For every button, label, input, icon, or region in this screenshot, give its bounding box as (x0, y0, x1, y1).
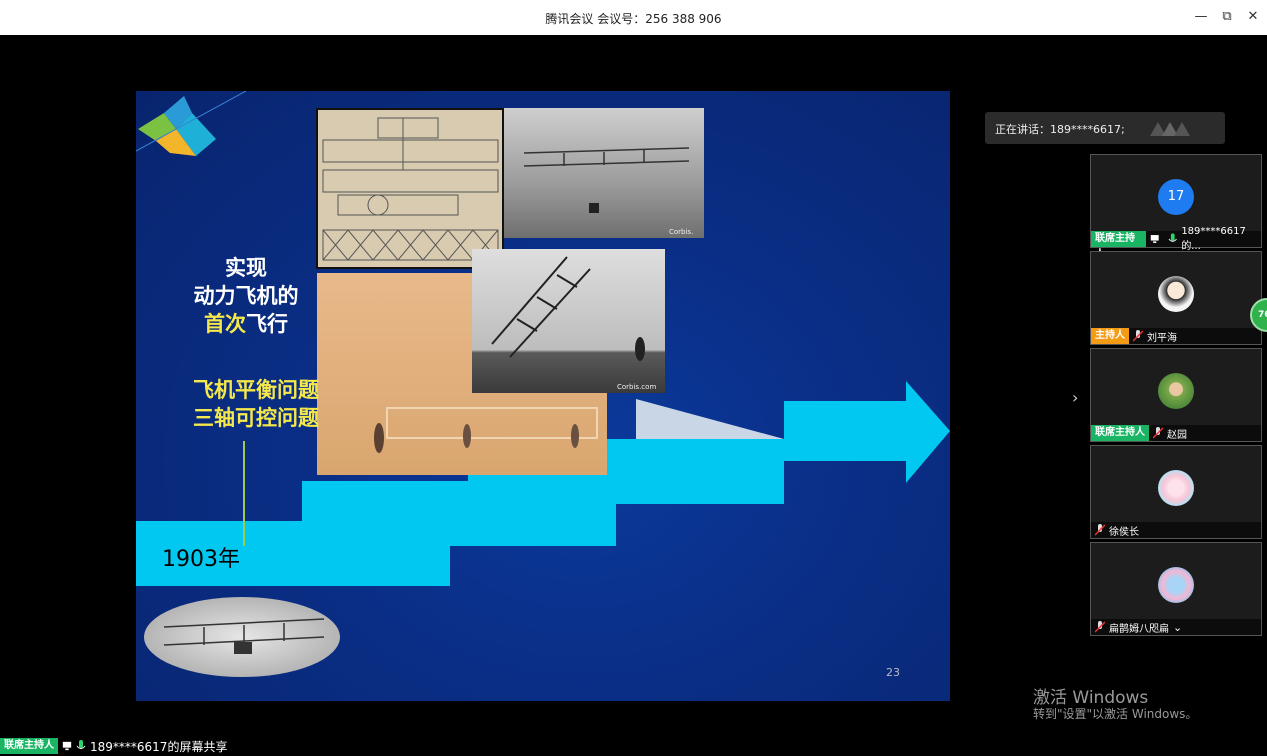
avatar: 17 (1158, 179, 1194, 215)
activate-windows-hint: 转到"设置"以激活 Windows。 (1033, 707, 1198, 721)
participant-tile[interactable]: 主持人 刘平海 (1090, 251, 1262, 345)
participant-bar: 联席主持人 赵园 (1091, 425, 1261, 441)
participant-tile[interactable]: 联席主持人 赵园 (1090, 348, 1262, 442)
participant-tile[interactable]: 扁鹊姆八咫扁 ⌄ (1090, 542, 1262, 636)
participant-bar: 扁鹊姆八咫扁 ⌄ (1091, 619, 1261, 635)
oval-plane-photo (144, 597, 340, 677)
screen-share-bar: 联席主持人 189****6617的屏幕共享 (0, 736, 227, 756)
screen-share-icon (62, 741, 72, 751)
speaking-label: 正在讲话：189****6617; (995, 123, 1125, 136)
slide-problems: 飞机平衡问题 三轴可控问题 (156, 376, 356, 432)
corbis-label-1: Corbis. (669, 228, 693, 236)
participant-tile[interactable]: 徐侯长 (1090, 445, 1262, 539)
headline-line-3: 首次飞行 (171, 310, 321, 338)
screen-share-icon (1151, 235, 1160, 243)
participant-bar: 联席主持人 189****6617的... (1091, 226, 1261, 260)
title-bar: 腾讯会议 会议号：256 388 906 — ⧉ ✕ (0, 0, 1267, 35)
logo-icon (136, 91, 246, 156)
speaking-wave-icon (1150, 122, 1190, 136)
mic-muted-icon (1095, 524, 1105, 536)
restore-icon[interactable]: ⧉ (1218, 8, 1236, 26)
mic-muted-icon (1153, 427, 1163, 439)
minimize-icon[interactable]: — (1192, 8, 1210, 26)
participant-name: 扁鹊姆八咫扁 (1109, 623, 1169, 635)
screen-share-text: 189****6617的屏幕共享 (90, 739, 228, 754)
participant-tile[interactable]: 17 联席主持人 189****6617的... (1090, 154, 1262, 260)
avatar (1158, 470, 1194, 506)
speaking-indicator: 正在讲话：189****6617; (985, 112, 1225, 144)
headline-rest: 飞行 (246, 312, 288, 336)
headline-highlight: 首次 (204, 312, 246, 336)
role-badge: 联席主持人 (1091, 231, 1147, 260)
headline-line-2: 动力飞机的 (193, 284, 299, 308)
avatar (1158, 276, 1194, 312)
chevron-down-icon[interactable]: ⌄ (1173, 621, 1182, 634)
slide-page-number: 23 (886, 666, 900, 679)
mic-muted-icon (1095, 621, 1105, 633)
participant-bar: 主持人 刘平海 (1091, 328, 1261, 344)
role-badge: 联席主持人 (0, 738, 58, 754)
problem-control: 三轴可控问题 (193, 406, 319, 430)
crash-photo: Corbis.com (472, 249, 665, 393)
avatar (1158, 373, 1194, 409)
window-title: 腾讯会议 会议号：256 388 906 (545, 12, 722, 26)
sketch-photo (316, 108, 504, 269)
year-label: 1903年 (162, 547, 240, 572)
mic-icon (1168, 233, 1177, 242)
participant-bar: 徐侯长 (1091, 522, 1261, 538)
headline-line-1: 实现 (225, 256, 267, 280)
participant-name: 徐侯长 (1109, 526, 1139, 538)
chevron-right-icon[interactable]: › (1072, 388, 1078, 407)
flyer-photo: Corbis. (504, 108, 704, 238)
participant-name: 赵园 (1167, 429, 1187, 441)
slide-headline: 实现 动力飞机的 首次飞行 (171, 254, 321, 338)
close-icon[interactable]: ✕ (1244, 8, 1262, 26)
participant-name: 189****6617的... (1181, 226, 1246, 252)
role-badge: 主持人 (1091, 328, 1129, 344)
mic-muted-icon (1133, 330, 1143, 342)
participant-name: 刘平海 (1147, 332, 1177, 344)
mic-icon (76, 740, 86, 749)
connector-line (243, 441, 245, 546)
role-badge: 联席主持人 (1091, 425, 1149, 441)
avatar (1158, 567, 1194, 603)
corbis-label-2: Corbis.com (617, 383, 656, 391)
shared-slide: Corbis. Corbis.com 实现 动力飞机的 首次飞行 飞机平衡问题 … (136, 91, 950, 701)
problem-balance: 飞机平衡问题 (193, 378, 319, 402)
